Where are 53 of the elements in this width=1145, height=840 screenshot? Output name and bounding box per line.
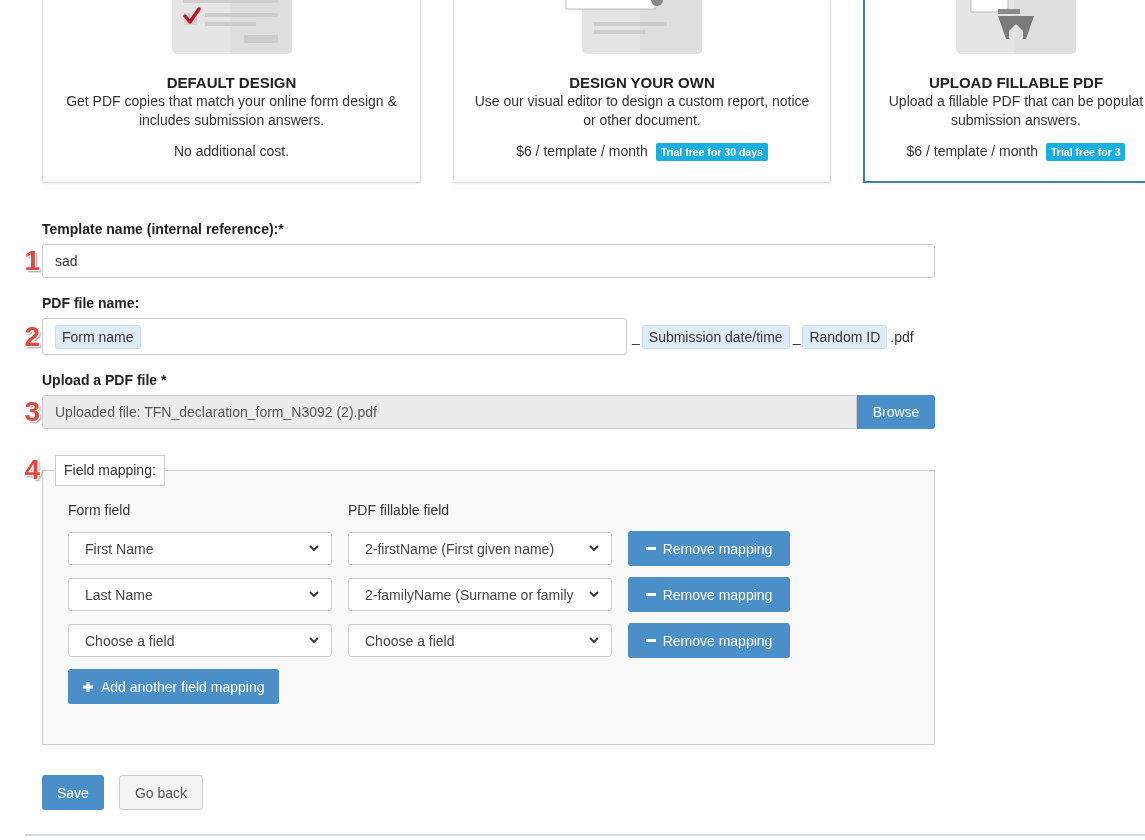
column-header: Form field [68, 501, 132, 520]
file-name-token: Random ID [802, 324, 888, 349]
pdf-field-dropdown[interactable]: 2-firstName (First given name) [348, 532, 612, 565]
template-type-card[interactable]: DEFAULT DESIGN Get PDF copies that match your online form design & includes submission answers. No additional cost. [42, 0, 421, 183]
card-title: UPLOAD FILLABLE PDF [928, 74, 1104, 92]
chevron-down-icon [589, 591, 599, 598]
minus-icon [645, 639, 656, 642]
form-field-dropdown[interactable]: Choose a field [68, 624, 332, 657]
card-description: Use our visual editor to design a custom report, notice or other document. [474, 92, 810, 130]
chevron-down-icon [589, 545, 599, 552]
step-number: 4 [24, 456, 40, 484]
chevron-down-icon [309, 637, 319, 644]
trial-badge: Trial free for 3 [1046, 142, 1126, 161]
chevron-down-icon [309, 545, 319, 552]
column-header: PDF fillable field [348, 501, 451, 520]
card-description: Get PDF copies that match your online form design & includes submission answers. [66, 92, 397, 130]
plus-icon [83, 681, 93, 692]
form-field-dropdown[interactable]: Last Name [68, 578, 332, 611]
field-label: PDF file name: [42, 294, 141, 313]
file-name-text: .pdf [890, 328, 914, 345]
card-title: DESIGN YOUR OWN [569, 74, 715, 92]
price-text: $6 / template / month [516, 142, 648, 161]
chevron-down-icon [589, 637, 599, 644]
card-title: DEFAULT DESIGN [166, 74, 297, 92]
document-icon [564, 0, 702, 54]
uploaded-file-field[interactable]: Uploaded file: TFN_declaration_form_N3092 (2).pdf [42, 395, 857, 429]
go-back-button[interactable]: Go back [118, 775, 204, 810]
file-name-token: Submission date/time [641, 324, 790, 349]
field-label: Upload a PDF file * [42, 371, 168, 390]
step-number: 1 [24, 247, 40, 275]
minus-icon [645, 547, 656, 550]
step-number: 2 [24, 322, 40, 351]
template-type-card[interactable]: DESIGN YOUR OWN Use our visual editor to design a custom report, notice or other document. $6 / template / month Trial free for 30 days [453, 0, 831, 183]
price-text: No additional cost. [173, 142, 290, 161]
trial-badge: Trial free for 30 days [655, 142, 768, 161]
form-field-dropdown[interactable]: First Name [68, 532, 332, 565]
template-name-input[interactable]: sad [42, 244, 935, 278]
minus-icon [645, 593, 656, 596]
file-name-text: _ [632, 328, 640, 345]
file-name-input[interactable]: Form name [42, 318, 627, 355]
card-description: Upload a fillable PDF that can be populat submission answers. [888, 92, 1144, 130]
checklist-document-icon [171, 0, 292, 54]
pdf-field-dropdown[interactable]: Choose a field [348, 624, 612, 657]
document-tray-icon [956, 0, 1076, 54]
template-type-card[interactable]: UPLOAD FILLABLE PDF Upload a fillable PDF that can be populat submission answers. $6 / template / month Trial free for 3 [863, 0, 1145, 183]
chevron-down-icon [309, 591, 319, 598]
file-name-token[interactable]: Form name [55, 324, 141, 349]
step-number: 3 [24, 398, 40, 426]
file-name-text: _ [792, 328, 801, 345]
section-legend: Field mapping: [55, 455, 165, 486]
pdf-field-dropdown[interactable]: 2-familyName (Surname or family [348, 578, 612, 611]
price-text: $6 / template / month [906, 142, 1039, 161]
field-label: Template name (internal reference):* [42, 220, 285, 239]
